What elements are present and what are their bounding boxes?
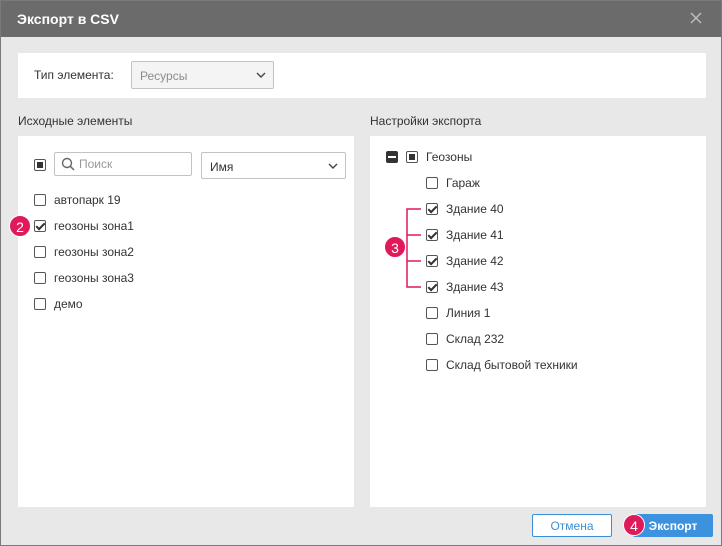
step-badge-3: 3 [384,236,406,258]
export-button[interactable]: Экспорт [633,514,713,537]
setting-item-label: Линия 1 [446,306,491,320]
setting-item-label: Здание 41 [446,228,504,242]
select-all-checkbox[interactable] [34,159,46,171]
annotation-bracket [406,208,421,288]
setting-item-label: Гараж [446,176,480,190]
setting-item-checkbox[interactable] [426,229,438,241]
source-item-checkbox[interactable] [34,194,46,206]
sort-select[interactable]: Имя [201,152,346,179]
setting-item-checkbox[interactable] [426,281,438,293]
dialog-titlebar: Экспорт в CSV [1,1,721,37]
chevron-down-icon [256,72,266,78]
close-icon[interactable] [689,11,703,25]
source-item-checkbox[interactable] [34,272,46,284]
source-item-checkbox[interactable] [34,298,46,310]
source-item-label: автопарк 19 [54,193,121,207]
setting-item-checkbox[interactable] [426,203,438,215]
setting-item-label: Склад бытовой техники [446,358,578,372]
source-item-label: геозоны зона3 [54,271,134,285]
setting-item-checkbox[interactable] [426,333,438,345]
chevron-down-icon [328,163,338,169]
source-item-checkbox[interactable] [34,246,46,258]
element-type-label: Тип элемента: [34,68,114,82]
setting-item-label: Здание 40 [446,202,504,216]
step-badge-2: 2 [9,215,31,237]
source-item-label: демо [54,297,83,311]
element-type-select[interactable]: Ресурсы [131,61,274,89]
element-type-value: Ресурсы [140,69,188,83]
setting-item-checkbox[interactable] [426,255,438,267]
setting-item-label: Здание 43 [446,280,504,294]
export-settings-title: Настройки экспорта [370,114,482,128]
group-label: Геозоны [426,150,473,164]
setting-item-checkbox[interactable] [426,359,438,371]
setting-item-label: Склад 232 [446,332,505,346]
source-item-checkbox[interactable] [34,220,46,232]
step-badge-4: 4 [623,514,645,536]
source-item-label: геозоны зона2 [54,245,134,259]
sort-value: Имя [210,160,234,174]
export-settings-panel: Геозоны Гараж Здание 40 Здание 41 Здание… [370,136,706,507]
search-icon [61,157,75,171]
setting-item-checkbox[interactable] [426,307,438,319]
search-box[interactable] [54,152,192,176]
search-input[interactable] [79,156,185,172]
source-elements-panel: Имя автопарк 19 геозоны зона1 геозоны зо… [18,136,354,507]
export-csv-dialog: Экспорт в CSV Тип элемента: Ресурсы Исхо… [0,0,722,546]
dialog-title: Экспорт в CSV [17,11,119,27]
setting-item-label: Здание 42 [446,254,504,268]
cancel-button[interactable]: Отмена [532,514,612,537]
collapse-icon[interactable] [386,151,398,163]
setting-item-checkbox[interactable] [426,177,438,189]
source-elements-title: Исходные элементы [18,114,133,128]
source-item-label: геозоны зона1 [54,219,134,233]
group-checkbox[interactable] [406,151,418,163]
element-type-panel: Тип элемента: Ресурсы [18,53,706,98]
